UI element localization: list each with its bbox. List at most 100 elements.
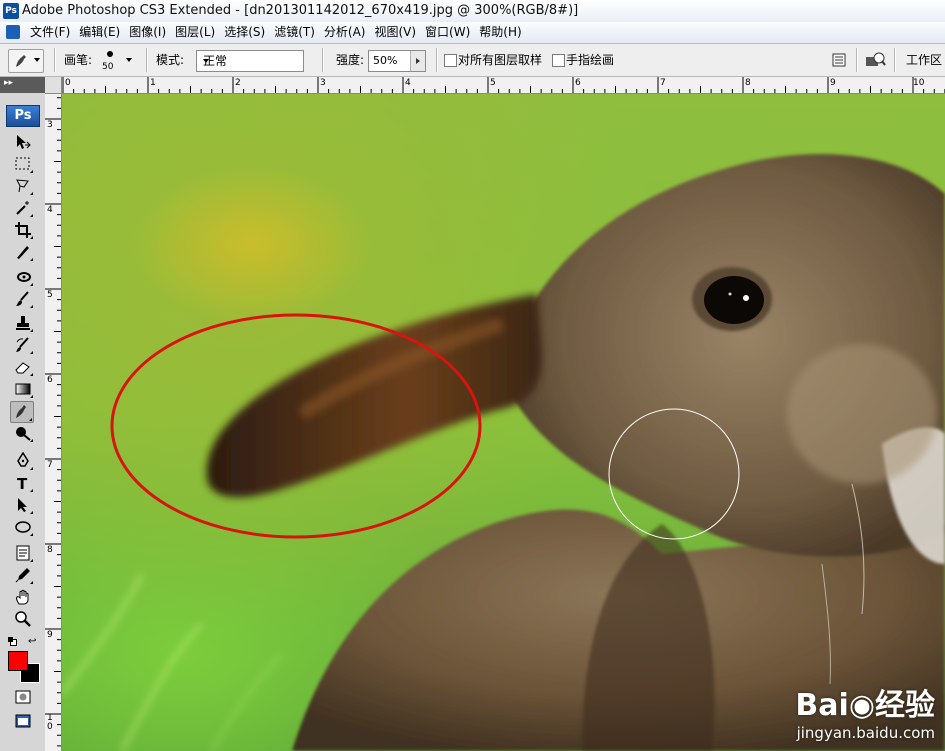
ruler-label: 4	[405, 78, 411, 88]
menu-edit[interactable]: 编辑(E)	[79, 22, 129, 43]
strength-field[interactable]: 50%	[368, 50, 426, 72]
finger-painting-checkbox[interactable]	[552, 54, 565, 67]
brush-size: 50	[102, 62, 114, 72]
lasso-tool[interactable]	[12, 176, 34, 196]
clone-stamp-tool[interactable]	[12, 313, 34, 333]
vertical-ruler: 3 4 5 6 7 8 9 1 0	[45, 93, 62, 751]
menu-help[interactable]: 帮助(H)	[479, 22, 530, 43]
watermark: Bai◉经验 jingyan.baidu.com	[795, 689, 935, 743]
smudge-tool[interactable]	[10, 401, 34, 423]
move-tool[interactable]	[12, 132, 34, 152]
screen-mode-button[interactable]	[12, 711, 34, 731]
bridge-button[interactable]	[864, 51, 886, 69]
ruler-origin[interactable]	[45, 77, 62, 94]
bridge-icon	[866, 52, 886, 66]
watermark-url: jingyan.baidu.com	[796, 724, 935, 742]
menu-select[interactable]: 选择(S)	[224, 22, 274, 43]
zoom-icon	[15, 611, 31, 627]
finger-painting-label: 手指绘画	[566, 53, 615, 67]
menu-image[interactable]: 图像(I)	[129, 22, 175, 43]
ruler-label: 5	[47, 290, 53, 300]
menu-bar: 文件(F) 编辑(E) 图像(I) 图层(L) 选择(S) 滤镜(T) 分析(A…	[0, 22, 945, 44]
chevron-down-icon[interactable]	[126, 58, 132, 62]
brush-label: 画笔:	[64, 53, 93, 67]
ruler-label: 3	[320, 78, 326, 88]
zoom-tool[interactable]	[12, 609, 34, 629]
collapse-icon: ▸▸	[4, 78, 14, 88]
brush-picker[interactable]: 50	[98, 47, 122, 73]
menu-filter[interactable]: 滤镜(T)	[274, 22, 324, 43]
crop-tool[interactable]	[12, 220, 34, 240]
history-brush-tool[interactable]	[12, 335, 34, 355]
hand-tool[interactable]	[12, 587, 34, 607]
foreground-color-swatch[interactable]	[8, 651, 28, 671]
image-canvas[interactable]: Bai◉经验 jingyan.baidu.com	[62, 94, 945, 751]
svg-text:T: T	[17, 475, 28, 492]
pen-tool[interactable]	[12, 451, 34, 471]
menu-analysis[interactable]: 分析(A)	[324, 22, 375, 43]
ruler-label: 9	[830, 78, 836, 88]
rabbit-photo	[62, 154, 945, 751]
path-selection-tool[interactable]	[12, 495, 34, 515]
menu-layer[interactable]: 图层(L)	[175, 22, 224, 43]
toolbox-grip[interactable]: ▸▸	[0, 77, 45, 93]
photoshop-app-icon: Ps	[3, 3, 19, 19]
default-colors-icon[interactable]	[8, 637, 17, 646]
workspace-button[interactable]: 工作区	[906, 44, 942, 76]
sample-all-layers-checkbox[interactable]	[444, 54, 457, 67]
title-bar: Ps Adobe Photoshop CS3 Extended - [dn201…	[0, 0, 945, 23]
color-swatches	[8, 651, 42, 685]
brush-tool[interactable]	[12, 289, 34, 309]
strength-slider-toggle[interactable]	[410, 51, 425, 71]
palette-well-button[interactable]	[830, 51, 848, 69]
quick-mask-button[interactable]	[12, 687, 34, 707]
gradient-tool[interactable]	[12, 379, 34, 399]
menu-window[interactable]: 窗口(W)	[425, 22, 479, 43]
notes-tool[interactable]	[12, 543, 34, 563]
sample-all-layers-label: 对所有图层取样	[458, 53, 543, 67]
strength-label: 强度:	[336, 53, 365, 67]
ruler-label: 8	[47, 545, 53, 555]
ruler-label: 2	[235, 78, 241, 88]
shape-tool[interactable]	[12, 517, 34, 537]
eyedropper-tool[interactable]	[12, 565, 34, 585]
ruler-label: 0	[65, 78, 71, 88]
swap-colors-icon[interactable]: ↩	[28, 636, 36, 647]
chevron-down-icon	[34, 58, 40, 62]
tool-preset-picker[interactable]	[8, 49, 44, 73]
quick-mask-icon	[15, 690, 31, 704]
mode-label: 模式:	[156, 53, 185, 67]
ruler-label: 7	[660, 78, 666, 88]
ruler-label: 9	[47, 630, 53, 640]
chevron-right-icon	[416, 58, 420, 64]
ruler-label: 7	[47, 460, 53, 470]
ruler-label: 5	[490, 78, 496, 88]
type-tool[interactable]: T	[12, 473, 34, 493]
ruler-label: 1 0	[47, 713, 53, 732]
ruler-label: 3	[47, 120, 53, 130]
ruler-label: 6	[47, 375, 53, 385]
document-icon[interactable]	[6, 25, 20, 39]
magic-wand-tool[interactable]	[12, 198, 34, 218]
photoshop-logo[interactable]: Ps	[6, 105, 40, 127]
eraser-tool[interactable]	[12, 357, 34, 377]
ruler-label: 10	[913, 78, 925, 88]
spot-healing-tool[interactable]	[12, 267, 34, 287]
toolbox: ▸▸ Ps T ↩	[0, 77, 46, 751]
strength-value: 50%	[373, 54, 398, 67]
menu-view[interactable]: 视图(V)	[374, 22, 425, 43]
mode-select[interactable]: 正常	[196, 50, 304, 72]
slice-tool[interactable]	[12, 242, 34, 262]
menu-file[interactable]: 文件(F)	[30, 22, 79, 43]
window-title: Adobe Photoshop CS3 Extended - [dn201301…	[22, 3, 579, 18]
marquee-tool[interactable]	[12, 154, 34, 174]
list-icon	[832, 53, 846, 67]
watermark-brand: Bai◉经验	[795, 688, 935, 723]
move-icon	[17, 135, 31, 149]
chevron-down-icon	[203, 59, 209, 63]
ruler-label: 4	[47, 205, 53, 215]
screen-mode-icon	[15, 714, 31, 728]
dodge-tool[interactable]	[12, 423, 34, 443]
ruler-label: 6	[575, 78, 581, 88]
brush-tip-icon	[107, 51, 113, 57]
